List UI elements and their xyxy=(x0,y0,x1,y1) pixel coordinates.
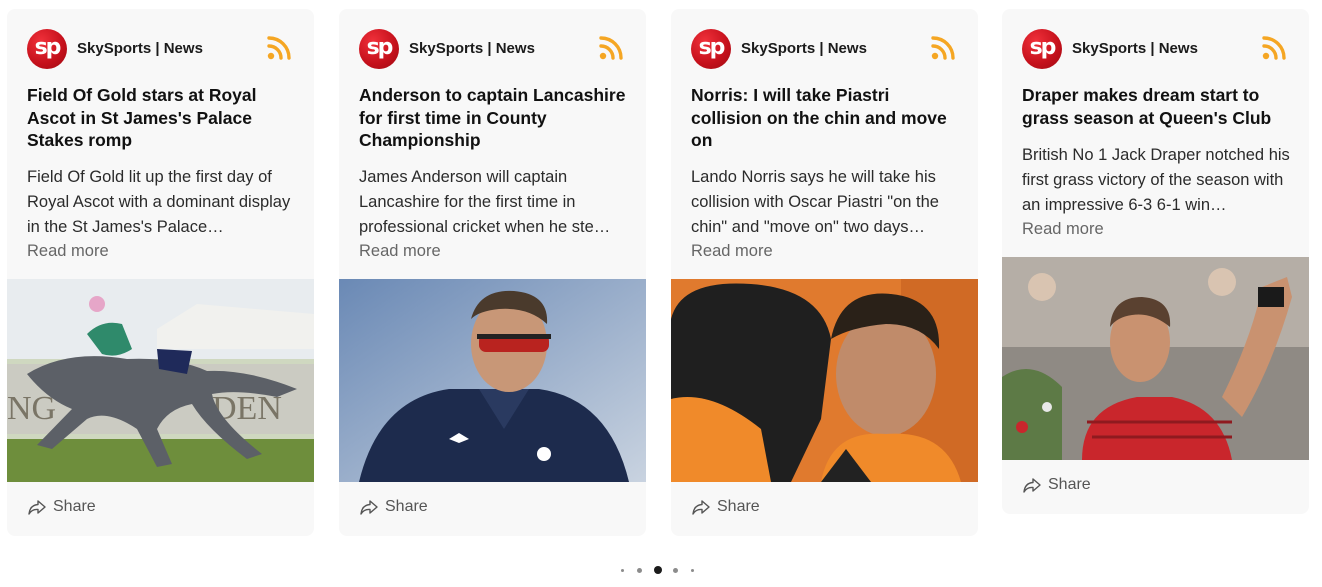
skysports-logo: sp xyxy=(1022,29,1062,69)
share-icon xyxy=(360,500,378,515)
horse-racing-photo[interactable]: NG DEN xyxy=(7,279,314,482)
share-icon xyxy=(1023,478,1041,493)
share-button[interactable]: Share xyxy=(1022,473,1091,497)
share-button[interactable]: Share xyxy=(359,495,428,519)
news-card[interactable]: sp SkySports | News Field Of Gold stars … xyxy=(7,9,314,536)
card-title[interactable]: Norris: I will take Piastri collision on… xyxy=(691,84,959,152)
carousel-pagination xyxy=(0,566,1322,576)
f1-drivers-photo[interactable] xyxy=(671,279,978,482)
share-label: Share xyxy=(717,498,760,515)
read-more-link[interactable]: Read more xyxy=(691,242,773,261)
rss-icon[interactable] xyxy=(598,35,624,61)
skysports-logo: sp xyxy=(359,29,399,69)
share-label: Share xyxy=(385,498,428,515)
pagination-dot[interactable] xyxy=(691,569,694,572)
card-summary: James Anderson will captain Lancashire f… xyxy=(359,168,611,236)
card-summary: Lando Norris says he will take his colli… xyxy=(691,168,939,236)
card-header: sp SkySports | News xyxy=(691,29,958,69)
card-header: sp SkySports | News xyxy=(359,29,626,69)
rss-icon[interactable] xyxy=(930,35,956,61)
card-summary: Field Of Gold lit up the first day of Ro… xyxy=(27,168,291,236)
pagination-dot[interactable] xyxy=(637,568,642,573)
card-header: sp SkySports | News xyxy=(27,29,294,69)
card-title[interactable]: Draper makes dream start to grass season… xyxy=(1022,84,1290,129)
card-summary: British No 1 Jack Draper notched his fir… xyxy=(1022,146,1290,214)
rss-icon[interactable] xyxy=(1261,35,1287,61)
pagination-dot-active[interactable] xyxy=(654,566,662,574)
source-label: SkySports | News xyxy=(77,40,203,57)
rss-icon[interactable] xyxy=(266,35,292,61)
news-card[interactable]: sp SkySports | News Norris: I will take … xyxy=(671,9,978,536)
read-more-link[interactable]: Read more xyxy=(1022,220,1104,239)
share-icon xyxy=(692,500,710,515)
pagination-dot[interactable] xyxy=(621,569,624,572)
card-title[interactable]: Field Of Gold stars at Royal Ascot in St… xyxy=(27,84,295,152)
cricketer-photo[interactable] xyxy=(339,279,646,482)
card-title[interactable]: Anderson to captain Lancashire for first… xyxy=(359,84,627,152)
source-label: SkySports | News xyxy=(1072,40,1198,57)
card-header: sp SkySports | News xyxy=(1022,29,1289,69)
share-button[interactable]: Share xyxy=(27,495,96,519)
source-label: SkySports | News xyxy=(741,40,867,57)
source-label: SkySports | News xyxy=(409,40,535,57)
news-card[interactable]: sp SkySports | News Anderson to captain … xyxy=(339,9,646,536)
skysports-logo: sp xyxy=(691,29,731,69)
read-more-link[interactable]: Read more xyxy=(27,242,109,261)
news-card[interactable]: sp SkySports | News Draper makes dream s… xyxy=(1002,9,1309,514)
share-icon xyxy=(28,500,46,515)
share-label: Share xyxy=(53,498,96,515)
read-more-link[interactable]: Read more xyxy=(359,242,441,261)
tennis-player-photo[interactable] xyxy=(1002,257,1309,460)
share-label: Share xyxy=(1048,476,1091,493)
share-button[interactable]: Share xyxy=(691,495,760,519)
pagination-dot[interactable] xyxy=(673,568,678,573)
skysports-logo: sp xyxy=(27,29,67,69)
